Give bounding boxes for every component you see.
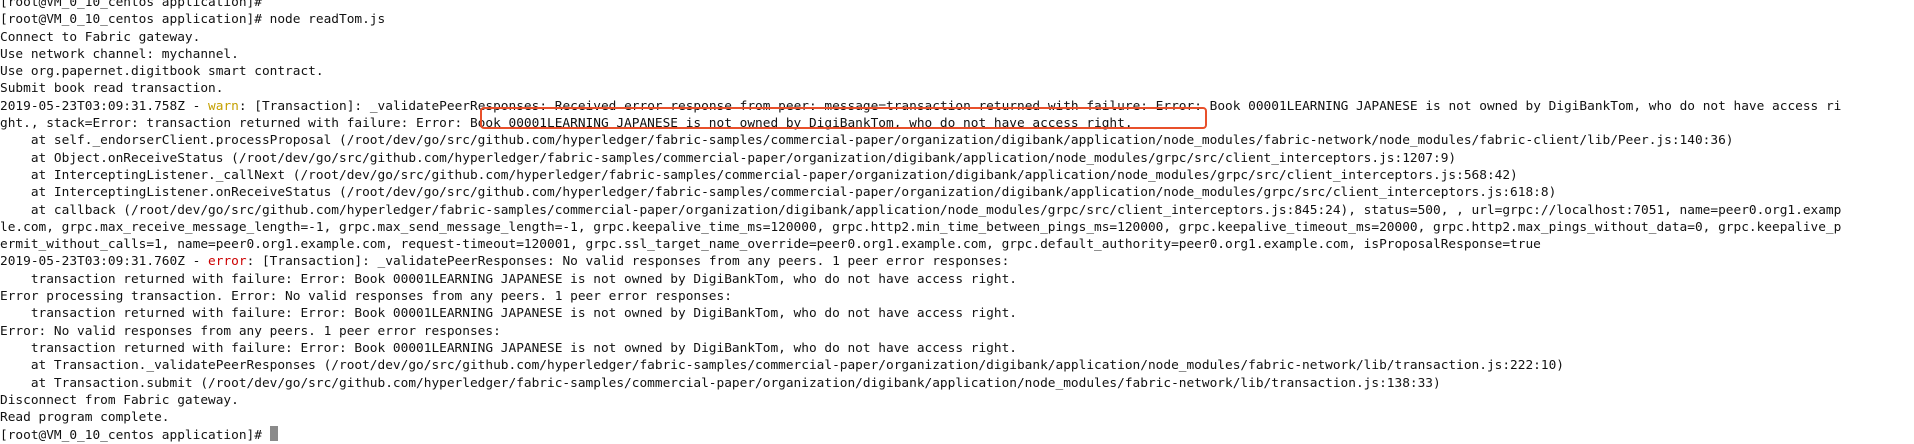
terminal-line-text: Read program complete. [0, 410, 170, 426]
terminal-line-text: at Object.onReceiveStatus (/root/dev/go/… [0, 150, 1457, 166]
terminal-line: at Transaction.submit (/root/dev/go/src/… [0, 375, 1914, 392]
terminal-line: transaction returned with failure: Error… [0, 305, 1914, 322]
log-level-warn: warn [208, 98, 239, 114]
terminal-line: at callback (/root/dev/go/src/github.com… [0, 202, 1914, 219]
log-timestamp: 2019-05-23T03:09:31.758Z - [0, 98, 209, 114]
terminal-line: Error processing transaction. Error: No … [0, 288, 1914, 305]
terminal-line: Error: No valid responses from any peers… [0, 323, 1914, 340]
terminal-line-text: ermit_without_calls=1, name=peer0.org1.e… [0, 237, 1541, 253]
log-message: : [Transaction]: _validatePeerResponses:… [238, 98, 1842, 114]
terminal-line-text: at InterceptingListener._callNext (/root… [0, 167, 1518, 183]
terminal-line: transaction returned with failure: Error… [0, 271, 1914, 288]
terminal-line-text: Disconnect from Fabric gateway. [0, 392, 239, 408]
terminal-line-text: at Transaction._validatePeerResponses (/… [0, 358, 1564, 374]
terminal-line: Read program complete. [0, 409, 1914, 426]
terminal-line: 2019-05-23T03:09:31.758Z - warn: [Transa… [0, 98, 1914, 115]
terminal-line-text: Submit book read transaction. [0, 81, 224, 97]
terminal-line-text: Connect to Fabric gateway. [0, 29, 201, 45]
terminal-line: ermit_without_calls=1, name=peer0.org1.e… [0, 236, 1914, 253]
terminal-line: at Object.onReceiveStatus (/root/dev/go/… [0, 150, 1914, 167]
terminal-line-text: at InterceptingListener.onReceiveStatus … [0, 185, 1557, 201]
terminal-line-text: transaction returned with failure: Error… [0, 340, 1017, 356]
terminal-line-text: transaction returned with failure: Error… [0, 271, 1017, 287]
terminal-line-text: at Transaction.submit (/root/dev/go/src/… [0, 375, 1441, 391]
terminal-line: Connect to Fabric gateway. [0, 29, 1914, 46]
terminal-line: [root@VM_0_10_centos application]# [0, 0, 1914, 11]
terminal-line: Submit book read transaction. [0, 80, 1914, 97]
terminal-output[interactable]: [root@VM_0_10_centos application]# [root@… [0, 0, 1914, 444]
terminal-line-text: Error processing transaction. Error: No … [0, 289, 732, 305]
log-message: : [Transaction]: _validatePeerResponses:… [246, 254, 1010, 270]
terminal-line-text: le.com, grpc.max_receive_message_length=… [0, 219, 1842, 235]
terminal-line: [root@VM_0_10_centos application]# [0, 426, 1914, 443]
terminal-line: Use network channel: mychannel. [0, 46, 1914, 63]
terminal-line: le.com, grpc.max_receive_message_length=… [0, 219, 1914, 236]
terminal-line-text: Error: No valid responses from any peers… [0, 323, 501, 339]
terminal-line: at Transaction._validatePeerResponses (/… [0, 357, 1914, 374]
log-level-error: error [208, 254, 247, 270]
terminal-line-text: [root@VM_0_10_centos application]# [0, 0, 262, 10]
terminal-line-text: Use org.papernet.digitbook smart contrac… [0, 64, 324, 80]
terminal-line-text: [root@VM_0_10_centos application]# [0, 428, 270, 444]
terminal-line: 2019-05-23T03:09:31.760Z - error: [Trans… [0, 253, 1914, 270]
terminal-line: at InterceptingListener._callNext (/root… [0, 167, 1914, 184]
terminal-line-text: at callback (/root/dev/go/src/github.com… [0, 202, 1842, 218]
terminal-line: Disconnect from Fabric gateway. [0, 392, 1914, 409]
terminal-line: ght., stack=Error: transaction returned … [0, 115, 1914, 132]
terminal-line-text: [root@VM_0_10_centos application]# node … [0, 12, 386, 28]
terminal-line: at InterceptingListener.onReceiveStatus … [0, 184, 1914, 201]
log-timestamp: 2019-05-23T03:09:31.760Z - [0, 254, 209, 270]
terminal-line: at self._endorserClient.processProposal … [0, 132, 1914, 149]
terminal-line-text: transaction returned with failure: Error… [0, 306, 1017, 322]
cursor-block [269, 426, 278, 442]
terminal-line-text: Use network channel: mychannel. [0, 46, 239, 62]
terminal-line-text: ght., stack=Error: transaction returned … [0, 116, 1133, 132]
terminal-line: transaction returned with failure: Error… [0, 340, 1914, 357]
terminal-line: Use org.papernet.digitbook smart contrac… [0, 63, 1914, 80]
terminal-line-text: at self._endorserClient.processProposal … [0, 133, 1734, 149]
terminal-line: [root@VM_0_10_centos application]# node … [0, 11, 1914, 28]
